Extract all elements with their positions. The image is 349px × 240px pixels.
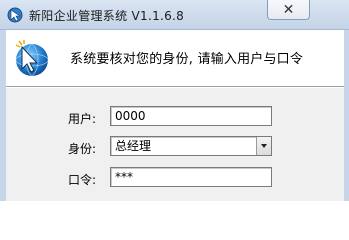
role-select-value: 总经理 [115, 139, 152, 153]
password-label: 口令: [68, 173, 97, 187]
password-input[interactable]: *** [110, 167, 272, 187]
close-icon: ✕ [282, 1, 295, 18]
login-form: 用户: 0000 身份: 总经理 口令: *** [0, 88, 349, 201]
login-header: 系统要核对您的身份, 请输入用户与口令 [0, 31, 349, 85]
title-bar[interactable]: 新阳企业管理系统 V1.1.6.8 ✕ [0, 0, 349, 30]
app-cursor-icon [7, 7, 23, 23]
window-title: 新阳企业管理系统 V1.1.6.8 [29, 9, 185, 23]
user-input[interactable]: 0000 [110, 106, 272, 126]
globe-cursor-logo [15, 40, 49, 77]
chevron-down-icon[interactable] [256, 137, 271, 155]
role-select[interactable]: 总经理 [110, 136, 272, 156]
window-frame-right [344, 30, 349, 201]
close-button[interactable]: ✕ [267, 0, 310, 20]
window-frame-left [0, 30, 6, 201]
role-label: 身份: [68, 142, 97, 156]
user-label: 用户: [68, 112, 97, 126]
auth-prompt: 系统要核对您的身份, 请输入用户与口令 [70, 52, 304, 67]
